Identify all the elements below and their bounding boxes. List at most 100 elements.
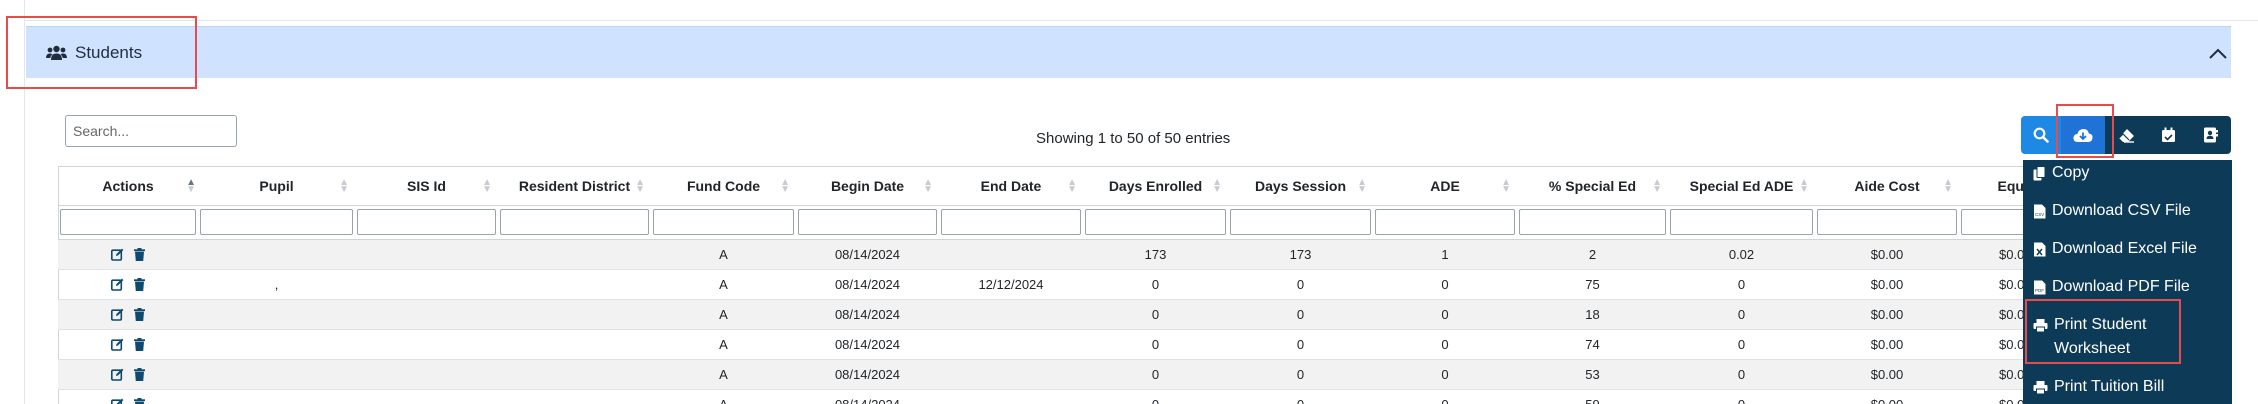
column-header-label: % Special Ed (1548, 177, 1637, 194)
row-actions-cell (58, 389, 198, 404)
table-cell: $0.00 (1815, 389, 1959, 404)
column-filter-input[interactable] (1085, 209, 1226, 235)
menu-item-print-student-worksheet[interactable]: Print Student Worksheet (2023, 311, 2173, 363)
column-header-2[interactable]: SIS Id ▲ ▼ (355, 167, 498, 206)
edit-icon[interactable] (110, 278, 124, 291)
trash-icon[interactable] (133, 247, 146, 261)
row-actions (58, 277, 198, 291)
export-dropdown-menu: Copy CSV Download CSV File Download Exce… (2023, 160, 2232, 404)
menu-item-download-pdf[interactable]: PDF Download PDF File (2023, 273, 2232, 301)
column-filter-input[interactable] (60, 209, 196, 235)
menu-item-download-excel[interactable]: Download Excel File (2023, 235, 2232, 263)
table-cell (939, 389, 1083, 404)
table-cell: 0 (1373, 299, 1517, 330)
clear-filters-button[interactable] (2105, 116, 2147, 154)
column-header-9[interactable]: ADE ▲ ▼ (1373, 167, 1517, 206)
table-cell (355, 389, 498, 404)
search-input[interactable] (65, 115, 237, 147)
students-title-label: Students (75, 43, 143, 62)
students-section-title[interactable]: Students (46, 41, 142, 65)
menu-item-download-csv[interactable]: CSV Download CSV File (2023, 197, 2232, 225)
table-cell: 0 (1373, 389, 1517, 404)
table-cell: $0.00 (1815, 359, 1959, 390)
table-cell (198, 329, 355, 360)
table-cell: 2 (1517, 239, 1668, 270)
column-filter-cell (939, 205, 1083, 240)
column-header-8[interactable]: Days Session ▲ ▼ (1228, 167, 1373, 206)
column-filter-input[interactable] (200, 209, 353, 235)
trash-icon[interactable] (133, 337, 146, 351)
calendar-button[interactable] (2147, 116, 2189, 154)
column-filter-input[interactable] (357, 209, 496, 235)
contact-book-button[interactable] (2189, 116, 2231, 154)
export-button[interactable] (2061, 116, 2105, 154)
edit-icon[interactable] (110, 338, 124, 351)
row-actions-cell (58, 269, 198, 300)
column-header-label: Fund Code (686, 177, 761, 194)
table-cell: 08/14/2024 (796, 359, 939, 390)
page-top-border (24, 20, 2258, 21)
table-cell: 08/14/2024 (796, 299, 939, 330)
search-button[interactable] (2021, 116, 2061, 154)
column-filter-input[interactable] (1375, 209, 1515, 235)
table-cell: 0 (1083, 299, 1228, 330)
column-header-7[interactable]: Days Enrolled ▲ ▼ (1083, 167, 1228, 206)
column-header-4[interactable]: Fund Code ▲ ▼ (651, 167, 796, 206)
trash-icon[interactable] (133, 277, 146, 291)
students-section-header[interactable] (26, 26, 2231, 78)
row-actions-cell (58, 329, 198, 360)
column-header-5[interactable]: Begin Date ▲ ▼ (796, 167, 939, 206)
table-cell (498, 269, 651, 300)
table-cell (355, 329, 498, 360)
menu-item-print-tuition-bill[interactable]: Print Tuition Bill (2023, 373, 2232, 401)
sort-icon: ▲▼ (339, 177, 349, 195)
column-filter-input[interactable] (941, 209, 1081, 235)
table-cell (498, 239, 651, 270)
column-filter-input[interactable] (1670, 209, 1813, 235)
column-filter-input[interactable] (1230, 209, 1371, 235)
table-row: A 08/14/2024 173 173 1 2 0.02 $0.00 $0.0 (58, 239, 2089, 270)
column-header-11[interactable]: Special Ed ADE ▲ ▼ (1668, 167, 1815, 206)
edit-icon[interactable] (110, 308, 124, 321)
column-filter-cell (498, 205, 651, 240)
column-header-10[interactable]: % Special Ed ▲ ▼ (1517, 167, 1668, 206)
column-filter-input[interactable] (500, 209, 649, 235)
table-cell (498, 359, 651, 390)
table-header-row: Actions ▲ ▼ Pupil ▲ ▼ SIS Id ▲ ▼ Resident Distric… (58, 167, 2089, 206)
sort-icon: ▲▼ (1943, 177, 1953, 195)
column-header-1[interactable]: Pupil ▲ ▼ (198, 167, 355, 206)
column-filter-cell (58, 205, 198, 240)
column-header-6[interactable]: End Date ▲ ▼ (939, 167, 1083, 206)
search-icon (2033, 127, 2049, 143)
chevron-up-icon[interactable] (2206, 41, 2230, 65)
table-row: A 08/14/2024 0 0 0 74 0 $0.00 $0.0 (58, 329, 2089, 360)
trash-icon[interactable] (133, 367, 146, 381)
column-header-12[interactable]: Aide Cost ▲ ▼ (1815, 167, 1959, 206)
row-actions (58, 367, 198, 381)
edit-icon[interactable] (110, 398, 124, 404)
column-header-label: ADE (1430, 177, 1460, 194)
column-filter-cell (1668, 205, 1815, 240)
column-filter-input[interactable] (1519, 209, 1666, 235)
edit-icon[interactable] (110, 248, 124, 261)
trash-icon[interactable] (133, 397, 146, 404)
edit-icon[interactable] (110, 368, 124, 381)
calendar-icon (2161, 127, 2175, 142)
row-actions (58, 307, 198, 321)
menu-item-print-student-worksheet-label: Print Student Worksheet (2054, 316, 2147, 357)
column-header-label: Resident District (518, 177, 631, 194)
column-header-3[interactable]: Resident District ▲ ▼ (498, 167, 651, 206)
menu-item-print-tuition-bill-label: Print Tuition Bill (2054, 378, 2165, 395)
table-cell: A (651, 299, 796, 330)
table-cell (198, 299, 355, 330)
column-filter-input[interactable] (653, 209, 794, 235)
column-header-0[interactable]: Actions ▲ ▼ (58, 167, 198, 206)
table-cell (198, 389, 355, 404)
column-filter-input[interactable] (798, 209, 937, 235)
sort-icon: ▲▼ (923, 177, 933, 195)
trash-icon[interactable] (133, 307, 146, 321)
svg-text:PDF: PDF (2035, 288, 2044, 293)
column-filter-input[interactable] (1817, 209, 1957, 235)
table-cell: 173 (1228, 239, 1373, 270)
menu-item-copy[interactable]: Copy (2023, 159, 2232, 187)
